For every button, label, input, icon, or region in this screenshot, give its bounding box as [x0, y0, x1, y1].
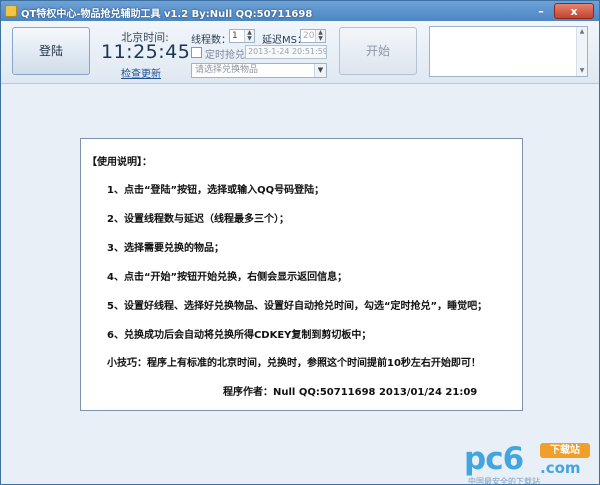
spin-arrows-icon[interactable]: ▲ ▼	[244, 30, 254, 42]
log-scrollbar[interactable]: ▲ ▼	[576, 27, 587, 76]
instruction-step: 2、设置线程数与延迟（线程最多三个）；	[107, 214, 289, 225]
response-log-box[interactable]: ▲ ▼	[429, 26, 588, 77]
threads-label: 线程数：	[191, 35, 231, 46]
watermark-domain: .com	[540, 459, 581, 477]
instruction-step: 5、设置好线程、选择好兑换物品、设置好自动抢兑时间，勾选“定时抢兑”，睡觉吧；	[107, 301, 488, 312]
instruction-step: 4、点击“开始”按钮开始兑换，右侧会显示返回信息；	[107, 272, 348, 283]
threads-value: 1	[232, 31, 238, 41]
app-icon	[5, 5, 17, 17]
timed-datetime-field[interactable]: 2013-1-24 20:51:59	[245, 45, 327, 59]
window-title: QT特权中心-物品抢兑辅助工具 v1.2 By:Null QQ:50711698	[21, 9, 313, 20]
threads-spinbox[interactable]: 1 ▲ ▼	[229, 29, 255, 43]
close-button[interactable]: x	[554, 3, 594, 19]
spin-arrows-icon[interactable]: ▲ ▼	[315, 30, 325, 42]
chevron-down-icon[interactable]: ▼	[314, 64, 326, 77]
app-window: QT特权中心-物品抢兑辅助工具 v1.2 By:Null QQ:50711698…	[0, 0, 600, 485]
minimize-button[interactable]: –	[530, 3, 552, 19]
control-toolbar: 登陆 北京时间: 11:25:45 检查更新 线程数： 1 ▲ ▼ 延迟MS： 2…	[1, 21, 599, 84]
clock-display: 11:25:45	[101, 41, 191, 63]
delay-spinbox[interactable]: 200 ▲ ▼	[300, 29, 326, 43]
item-select-placeholder: 请选择兑换物品	[195, 65, 259, 75]
watermark-slogan: 中国最安全的下载站	[468, 477, 540, 485]
scroll-up-icon[interactable]: ▲	[577, 27, 587, 37]
instruction-step: 3、选择需要兑换的物品；	[107, 243, 224, 254]
instruction-step: 1、点击“登陆”按钮，选择或输入QQ号码登陆；	[107, 185, 325, 196]
login-button[interactable]: 登陆	[12, 27, 90, 75]
watermark-brand: pc6	[464, 441, 524, 477]
tip-text: 小技巧：程序上有标准的北京时间，兑换时，参照这个时间提前10秒左右开始即可！	[107, 358, 481, 369]
instructions-title: 【使用说明】：	[87, 157, 152, 168]
instructions-panel: 【使用说明】： 1、点击“登陆”按钮，选择或输入QQ号码登陆； 2、设置线程数与…	[80, 138, 523, 411]
start-button[interactable]: 开始	[339, 27, 417, 75]
watermark-badge: 下载站	[540, 443, 590, 458]
author-line: 程序作者：Null QQ:50711698 2013/01/24 21:09	[223, 387, 478, 398]
timed-redeem-label[interactable]: 定时抢兑	[205, 46, 245, 61]
scroll-down-icon[interactable]: ▼	[577, 66, 587, 76]
check-update-link[interactable]: 检查更新	[106, 65, 176, 80]
item-select[interactable]: 请选择兑换物品 ▼	[191, 63, 327, 78]
title-bar[interactable]: QT特权中心-物品抢兑辅助工具 v1.2 By:Null QQ:50711698…	[1, 1, 599, 21]
instruction-step: 6、兑换成功后会自动将兑换所得CDKEY复制到剪切板中；	[107, 330, 372, 341]
timed-redeem-checkbox[interactable]	[191, 47, 202, 58]
pc6-watermark: pc6 下载站 .com 中国最安全的下载站	[464, 441, 599, 485]
